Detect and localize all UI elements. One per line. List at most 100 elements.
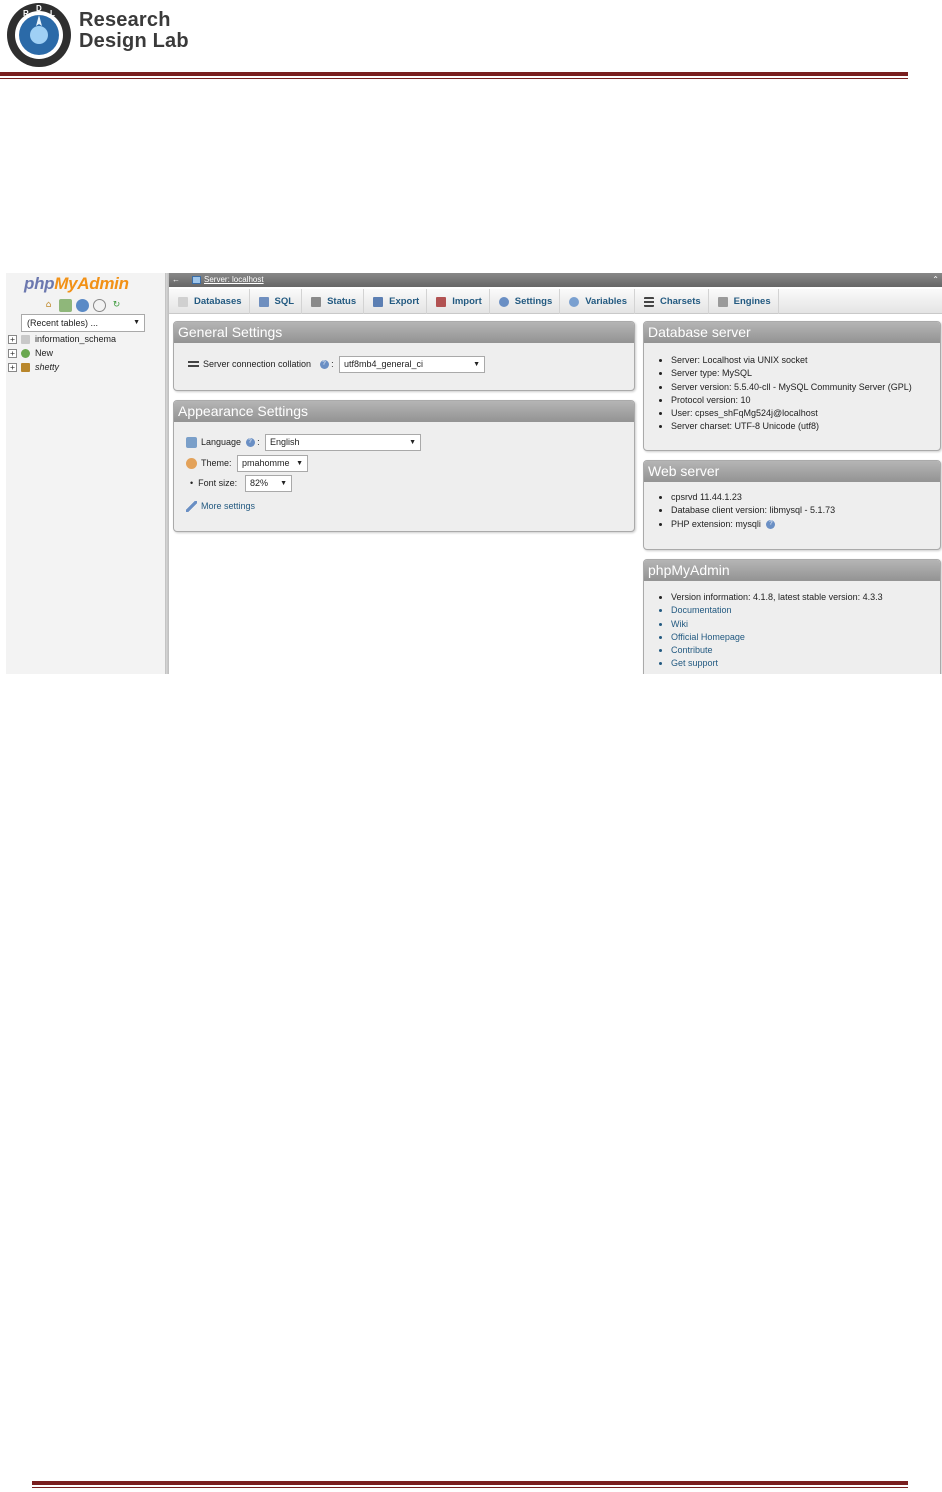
- database-icon: [21, 363, 30, 372]
- link-wiki[interactable]: Wiki: [671, 618, 883, 631]
- tab-variables[interactable]: Variables: [560, 289, 635, 314]
- logo-php: php: [24, 274, 55, 293]
- link-get-support[interactable]: Get support: [671, 657, 883, 670]
- font-size-select[interactable]: 82% ▼: [245, 475, 292, 492]
- panel-title: Appearance Settings: [174, 401, 634, 422]
- link-contribute[interactable]: Contribute: [671, 644, 883, 657]
- chevron-down-icon: ▼: [296, 460, 303, 467]
- tree-item-label: information_schema: [35, 334, 117, 344]
- tree-item-information-schema[interactable]: + information_schema: [8, 332, 116, 346]
- tree-item-label: New: [35, 348, 54, 358]
- web-server-panel: Web server cpsrvd 11.44.1.23 Database cl…: [643, 460, 941, 550]
- theme-value: pmahomme: [242, 458, 290, 468]
- list-item: Server charset: UTF-8 Unicode (utf8): [671, 420, 912, 433]
- collapse-icon[interactable]: ⌃: [932, 273, 939, 287]
- language-value: English: [270, 437, 300, 447]
- tree-item-new[interactable]: + New: [8, 346, 116, 360]
- language-label: Language: [201, 437, 242, 447]
- svg-text:R: R: [23, 9, 29, 18]
- logout-icon[interactable]: [59, 299, 72, 312]
- navigation-icons: ⌂ ↻: [42, 299, 123, 312]
- new-database-icon: [21, 349, 30, 358]
- settings-icon: [498, 296, 509, 307]
- phpmyadmin-screenshot: phpMyAdmin ⌂ ↻ (Recent tables) ... ▼ + i…: [6, 273, 942, 674]
- theme-palette-icon: [186, 458, 197, 470]
- query-window-icon[interactable]: [76, 299, 89, 312]
- expand-icon[interactable]: +: [8, 363, 17, 372]
- tab-label: Status: [327, 296, 357, 307]
- list-item: Server version: 5.5.40-cll - MySQL Commu…: [671, 381, 912, 394]
- footer-rule-thin: [32, 1487, 908, 1488]
- footer-rule-thick: [32, 1481, 908, 1485]
- documentation-icon[interactable]: [93, 299, 106, 312]
- font-size-label: Font size:: [198, 478, 238, 488]
- collation-label: Server connection collation: [203, 359, 312, 369]
- tab-label: SQL: [274, 296, 295, 307]
- bullet-icon: •: [190, 478, 194, 488]
- link-documentation[interactable]: Documentation: [671, 604, 883, 617]
- list-item: cpsrvd 11.44.1.23: [671, 491, 835, 504]
- tab-label: Variables: [585, 296, 627, 307]
- charsets-icon: [643, 296, 654, 307]
- tab-charsets[interactable]: Charsets: [635, 289, 709, 314]
- rdl-logo-icon: R D L: [7, 3, 71, 67]
- home-icon[interactable]: ⌂: [42, 299, 55, 312]
- export-icon: [373, 296, 384, 307]
- tab-label: Settings: [514, 296, 553, 307]
- collation-value: utf8mb4_general_ci: [344, 359, 424, 369]
- theme-select[interactable]: pmahomme ▼: [237, 455, 308, 472]
- web-server-list: cpsrvd 11.44.1.23 Database client versio…: [661, 491, 835, 531]
- main-area: ← Server: localhost ⌃ Databases SQL Stat…: [169, 273, 942, 674]
- breadcrumb-bar: ← Server: localhost ⌃: [169, 273, 942, 287]
- svg-text:L: L: [50, 9, 55, 18]
- help-icon[interactable]: ?: [245, 438, 255, 448]
- tab-export[interactable]: Export: [364, 289, 428, 314]
- tab-settings[interactable]: Settings: [490, 289, 561, 314]
- version-info: Version information: 4.1.8, latest stabl…: [671, 591, 883, 604]
- list-item: Protocol version: 10: [671, 394, 912, 407]
- help-icon[interactable]: ?: [319, 360, 329, 370]
- navigation-panel: phpMyAdmin ⌂ ↻ (Recent tables) ... ▼ + i…: [6, 273, 166, 674]
- phpmyadmin-logo[interactable]: phpMyAdmin: [24, 274, 129, 294]
- language-row: Language ? :: [186, 434, 260, 450]
- more-settings-link[interactable]: More settings: [201, 501, 255, 511]
- appearance-settings-panel: Appearance Settings Language ? : English…: [173, 400, 635, 532]
- expand-icon[interactable]: +: [8, 335, 17, 344]
- more-settings-row: More settings: [186, 498, 255, 514]
- phpmyadmin-info-panel: phpMyAdmin Version information: 4.1.8, l…: [643, 559, 941, 674]
- recent-tables-select[interactable]: (Recent tables) ... ▼: [21, 314, 145, 332]
- status-icon: [311, 296, 322, 307]
- tab-status[interactable]: Status: [302, 289, 365, 314]
- help-icon[interactable]: ?: [766, 519, 776, 529]
- list-item: Database client version: libmysql - 5.1.…: [671, 504, 835, 517]
- font-size-value: 82%: [250, 478, 269, 488]
- back-arrow-icon[interactable]: ←: [172, 273, 180, 287]
- list-item: Server type: MySQL: [671, 367, 912, 380]
- tab-label: Engines: [733, 296, 771, 307]
- list-item: User: cpses_shFqMg524j@localhost: [671, 407, 912, 420]
- tab-engines[interactable]: Engines: [709, 289, 779, 314]
- tree-item-label: shetty: [35, 362, 60, 372]
- tab-label: Databases: [194, 296, 242, 307]
- tab-sql[interactable]: SQL: [250, 289, 303, 314]
- tree-item-shetty[interactable]: + shetty: [8, 360, 116, 374]
- breadcrumb-server[interactable]: Server: localhost: [204, 273, 264, 287]
- database-tree: + information_schema + New + shetty: [8, 332, 116, 374]
- tab-databases[interactable]: Databases: [169, 289, 250, 314]
- list-item: PHP extension: mysqli ?: [671, 518, 835, 531]
- collation-select[interactable]: utf8mb4_general_ci ▼: [339, 356, 485, 373]
- expand-icon[interactable]: +: [8, 349, 17, 358]
- list-icon: [188, 360, 199, 369]
- theme-label: Theme:: [201, 458, 232, 468]
- tab-import[interactable]: Import: [427, 289, 490, 314]
- chevron-down-icon: ▼: [473, 361, 480, 368]
- theme-row: Theme:: [186, 455, 232, 471]
- language-select[interactable]: English ▼: [265, 434, 421, 451]
- link-official-homepage[interactable]: Official Homepage: [671, 631, 883, 644]
- sql-icon: [258, 296, 269, 307]
- chevron-down-icon: ▼: [409, 439, 416, 446]
- reload-icon[interactable]: ↻: [110, 299, 123, 312]
- database-server-panel: Database server Server: Localhost via UN…: [643, 321, 941, 451]
- company-name-line1: Research: [79, 9, 171, 31]
- company-name-line2: Design Lab: [79, 30, 189, 52]
